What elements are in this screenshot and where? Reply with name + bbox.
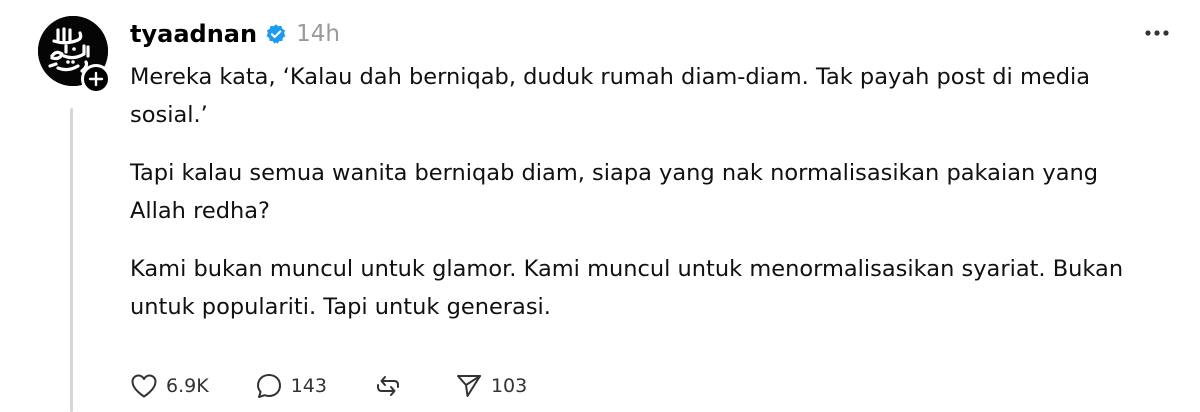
follow-button[interactable] [81, 64, 111, 94]
reply-count: 143 [290, 375, 327, 397]
like-button[interactable]: 6.9K [130, 373, 209, 399]
username[interactable]: tyaadnan [130, 20, 257, 48]
post-timestamp[interactable]: 14h [296, 21, 340, 47]
thread-line [70, 108, 73, 412]
verified-badge-icon [265, 23, 287, 45]
comment-icon [256, 374, 281, 398]
thread-post: tyaadnan 14h Mereka kata, ‘Kalau dah ber… [0, 0, 1200, 412]
post-paragraph: Kami bukan muncul untuk glamor. Kami mun… [130, 256, 1124, 320]
repost-icon [376, 376, 399, 396]
post-actions: 6.9K 143 103 [130, 366, 573, 406]
reply-button[interactable]: 143 [255, 372, 327, 400]
share-button[interactable]: 103 [455, 372, 527, 400]
plus-icon [88, 71, 104, 87]
send-icon [456, 375, 481, 397]
post-paragraph: Tapi kalau semua wanita berniqab diam, s… [130, 160, 1099, 224]
repost-button[interactable] [373, 372, 403, 400]
heart-icon [131, 374, 157, 398]
more-dots-icon [1145, 30, 1169, 36]
post-body: Mereka kata, ‘Kalau dah berniqab, duduk … [130, 58, 1170, 346]
like-count: 6.9K [166, 375, 209, 397]
more-options-button[interactable] [1140, 18, 1174, 48]
post-paragraph: Mereka kata, ‘Kalau dah berniqab, duduk … [130, 64, 1091, 128]
share-count: 103 [490, 375, 528, 397]
post-header: tyaadnan 14h [130, 14, 340, 54]
avatar-container[interactable] [38, 16, 111, 94]
